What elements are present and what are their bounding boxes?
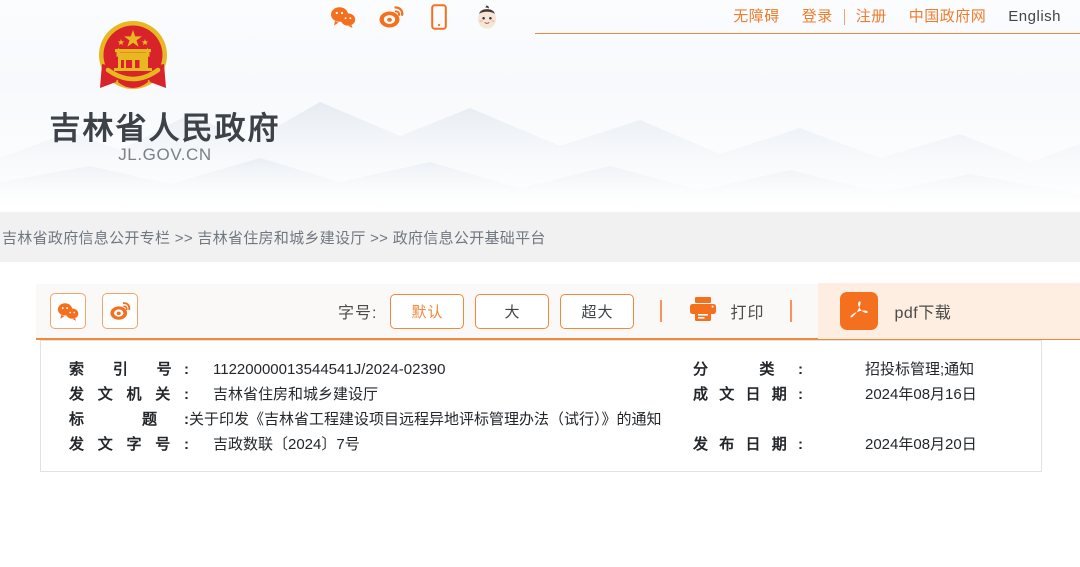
weibo-share-icon[interactable] xyxy=(102,293,138,329)
meta-value-index: 11220000013544541J/2024-02390 xyxy=(213,361,446,378)
weibo-icon[interactable] xyxy=(378,4,404,30)
toolbar-divider-1 xyxy=(660,300,663,322)
table-row: 发文机关: 吉林省住房和城乡建设厅 成文日期: 2024年08月16日 xyxy=(41,382,1041,407)
wechat-share-icon[interactable] xyxy=(50,293,86,329)
header-social-icons xyxy=(330,2,500,32)
meta-value-category: 招投标管理;通知 xyxy=(865,361,975,378)
document-meta-box: 索 引 号: 11220000013544541J/2024-02390 分 类… xyxy=(40,340,1042,472)
document-meta-region: 索 引 号: 11220000013544541J/2024-02390 分 类… xyxy=(0,340,1080,472)
document-meta-table: 索 引 号: 11220000013544541J/2024-02390 分 类… xyxy=(41,357,1041,457)
nav-login[interactable]: 登录 xyxy=(791,0,844,33)
meta-label-category: 分 类: xyxy=(693,361,803,378)
wechat-icon[interactable] xyxy=(330,4,356,30)
nav-register[interactable]: 注册 xyxy=(845,0,898,33)
mascot-avatar-icon[interactable] xyxy=(474,4,500,30)
pdf-download-button[interactable]: pdf下载 xyxy=(818,283,1080,339)
national-emblem-icon xyxy=(88,12,178,102)
table-row: 索 引 号: 11220000013544541J/2024-02390 分 类… xyxy=(41,357,1041,382)
font-size-controls: 字号: 默认 大 超大 xyxy=(338,293,635,329)
share-buttons xyxy=(36,293,138,329)
meta-value-doc-number: 吉政数联〔2024〕7号 xyxy=(213,436,360,453)
meta-label-doc-number: 发文字号: xyxy=(69,436,189,453)
table-row: 标 题: 关于印发《吉林省工程建设项目远程异地评标管理办法（试行）》的通知 xyxy=(41,407,1041,432)
site-domain: JL.GOV.CN xyxy=(118,145,212,164)
meta-value-issuer: 吉林省住房和城乡建设厅 xyxy=(213,386,379,403)
article-toolbar: 字号: 默认 大 超大 打印 pdf下载 xyxy=(36,283,1080,340)
meta-value-publish-date: 2024年08月20日 xyxy=(865,436,977,453)
meta-label-issuer: 发文机关: xyxy=(69,386,189,403)
top-nav-underline xyxy=(535,33,1080,34)
table-row: 发文字号: 吉政数联〔2024〕7号 发布日期: 2024年08月20日 xyxy=(41,432,1041,457)
print-label: 打印 xyxy=(730,305,765,322)
meta-label-written-date: 成文日期: xyxy=(693,386,803,403)
site-header: 无障碍 登录 注册 中国政府网 English 吉林省人民政府 JL.GOV.C… xyxy=(0,0,1080,212)
printer-icon xyxy=(688,295,718,328)
mobile-phone-icon[interactable] xyxy=(426,4,452,30)
meta-value-title: 关于印发《吉林省工程建设项目远程异地评标管理办法（试行）》的通知 xyxy=(189,411,662,428)
toolbar-divider-2 xyxy=(790,300,793,322)
font-size-default-button[interactable]: 默认 xyxy=(390,293,465,329)
meta-label-publish-date: 发布日期: xyxy=(693,436,803,453)
top-navigation: 无障碍 登录 注册 中国政府网 English xyxy=(722,0,1080,33)
meta-value-written-date: 2024年08月16日 xyxy=(865,386,977,403)
font-size-large-button[interactable]: 大 xyxy=(475,293,550,329)
nav-english[interactable]: English xyxy=(997,0,1072,33)
toolbar-region: 字号: 默认 大 超大 打印 pdf下载 xyxy=(0,262,1080,340)
site-title: 吉林省人民政府 xyxy=(49,111,281,146)
breadcrumb[interactable]: 吉林省政府信息公开专栏 >> 吉林省住房和城乡建设厅 >> 政府信息公开基础平台 xyxy=(0,227,546,248)
nav-gov-cn[interactable]: 中国政府网 xyxy=(898,0,998,33)
pdf-download-label: pdf下载 xyxy=(894,305,952,322)
meta-label-index: 索 引 号: xyxy=(69,361,189,378)
nav-accessibility[interactable]: 无障碍 xyxy=(722,0,791,33)
font-size-xlarge-button[interactable]: 超大 xyxy=(560,293,635,329)
print-button[interactable]: 打印 xyxy=(688,295,764,328)
breadcrumb-bar: 吉林省政府信息公开专栏 >> 吉林省住房和城乡建设厅 >> 政府信息公开基础平台 xyxy=(0,212,1080,262)
meta-label-title: 标 题: xyxy=(69,411,189,428)
pdf-icon xyxy=(840,292,879,330)
font-size-label: 字号: xyxy=(338,305,378,322)
